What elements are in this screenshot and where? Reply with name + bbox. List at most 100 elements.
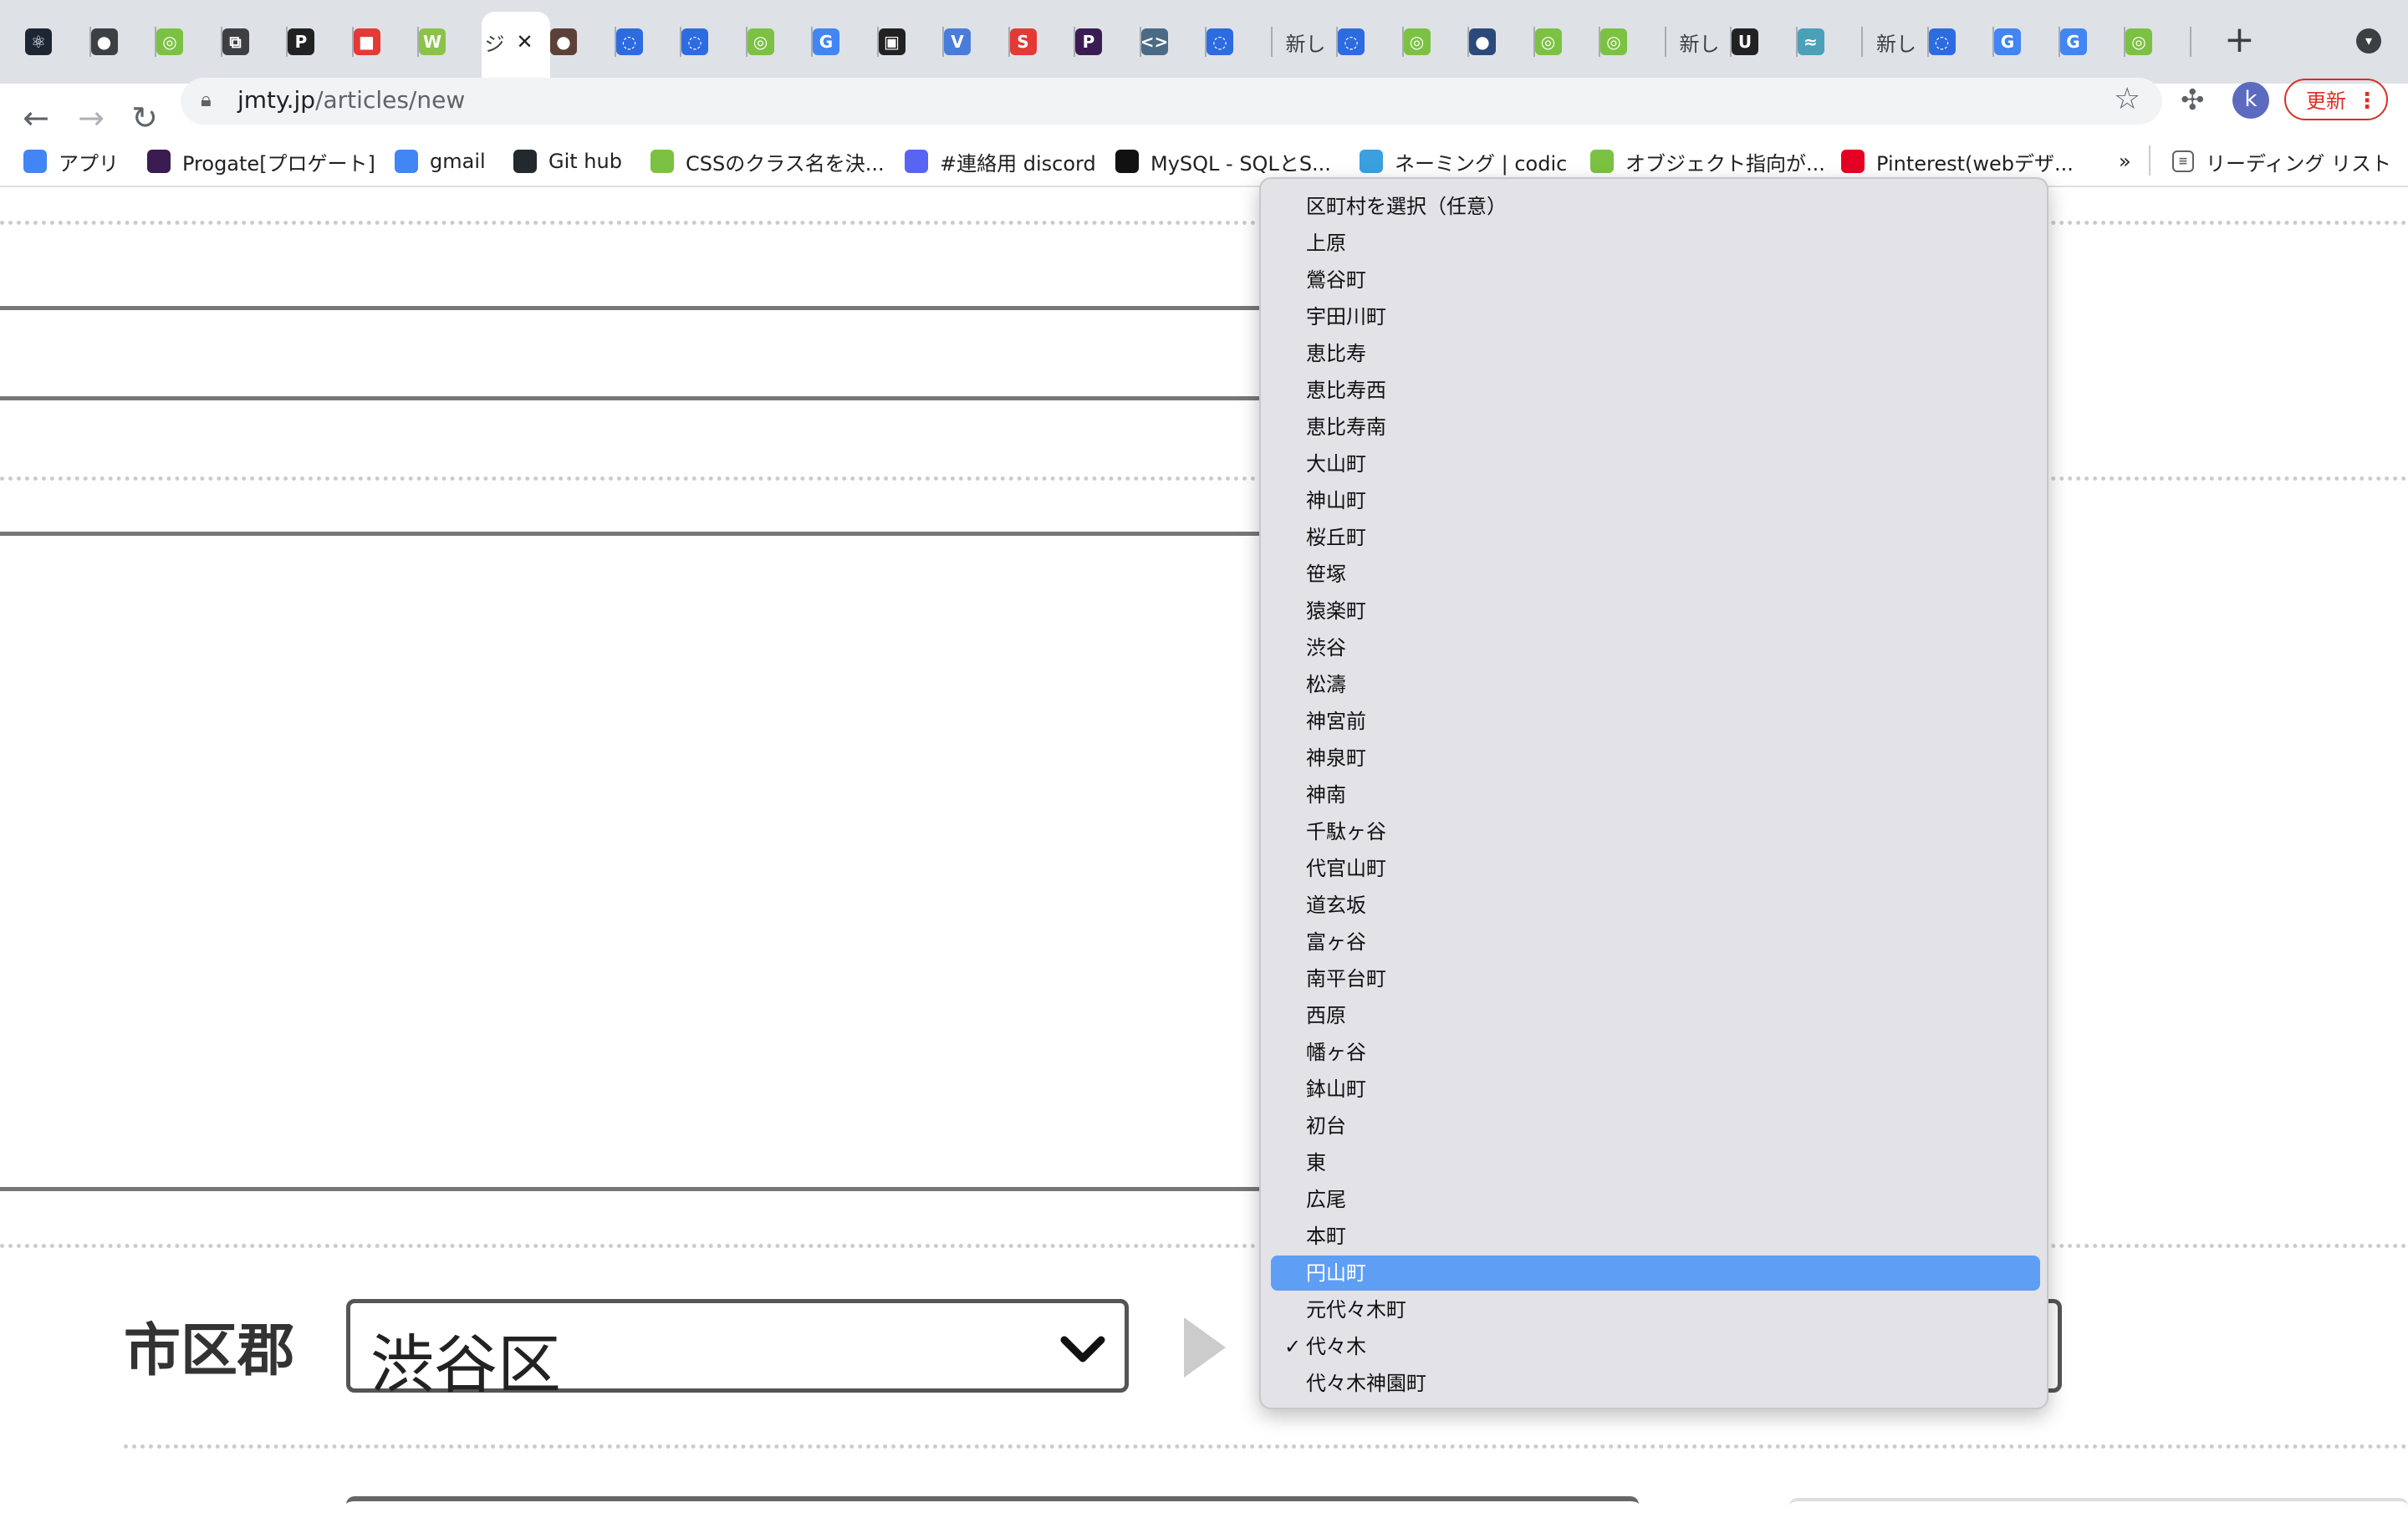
browser-tab[interactable]: P bbox=[288, 18, 354, 65]
bookmark-item[interactable]: Progate[プロゲート] bbox=[147, 147, 375, 176]
dropdown-option[interactable]: 代官山町 bbox=[1271, 851, 2040, 886]
browser-tab[interactable]: W bbox=[419, 18, 485, 65]
browser-tab[interactable]: U bbox=[1732, 18, 1798, 65]
dropdown-option[interactable]: 富ヶ谷 bbox=[1271, 925, 2040, 960]
browser-tab[interactable]: 新し bbox=[1273, 18, 1338, 65]
bookmark-item[interactable]: Git hub bbox=[513, 147, 622, 176]
dropdown-option[interactable]: 猿楽町 bbox=[1271, 593, 2040, 629]
browser-tab[interactable]: ■ bbox=[353, 18, 419, 65]
forward-icon[interactable]: → bbox=[72, 99, 110, 137]
dropdown-option[interactable]: 恵比寿西 bbox=[1271, 373, 2040, 408]
ward-select[interactable]: 渋谷区 bbox=[346, 1299, 1129, 1402]
dropdown-option[interactable]: 道玄坂 bbox=[1271, 888, 2040, 923]
tab-search-icon[interactable]: ▾ bbox=[2356, 28, 2381, 53]
dropdown-option[interactable]: 桜丘町 bbox=[1271, 520, 2040, 555]
browser-tab[interactable]: ◌ bbox=[615, 18, 681, 65]
close-tab-icon[interactable]: ✕ bbox=[517, 30, 533, 53]
dropdown-option[interactable]: 初台 bbox=[1271, 1108, 2040, 1144]
town-dropdown-list[interactable]: 区町村を選択（任意） 上原 鶯谷町 宇田川町恵比寿恵比寿西 恵比寿南 大山町 神山町 桜丘町笹… bbox=[1259, 177, 2048, 1409]
browser-tab[interactable]: ◎ bbox=[747, 18, 813, 65]
dropdown-option[interactable]: 西原 bbox=[1271, 998, 2040, 1033]
new-tab-button[interactable]: + bbox=[2224, 22, 2255, 59]
url-text[interactable]: jmty.jp/articles/new bbox=[237, 86, 465, 114]
dropdown-option[interactable]: 恵比寿 bbox=[1271, 336, 2040, 371]
bookmark-label: ネーミング | codic bbox=[1395, 151, 1568, 176]
reload-icon[interactable]: ↻ bbox=[125, 99, 164, 137]
tab-strip: ⚛ ● ◎ ⧉ P ■ W ジ ✕ ● ◌ ◌ ◎ G ▣ V S P <> ◌ 新し ◌ ◎ ● ◎ ◎ 新し U ≈ 新し ◌ G G ◎ +… bbox=[0, 0, 2408, 84]
browser-tab[interactable]: S bbox=[1009, 18, 1075, 65]
bookmark-item[interactable]: アプリ bbox=[23, 147, 119, 176]
update-button[interactable]: 更新 ⋮ bbox=[2284, 79, 2388, 120]
browser-tab[interactable]: ◌ bbox=[1928, 18, 1994, 65]
lock-icon[interactable]: 🔒︎ bbox=[201, 88, 212, 111]
browser-tab[interactable]: ≈ bbox=[1797, 18, 1863, 65]
profile-avatar[interactable]: k bbox=[2232, 82, 2269, 119]
dropdown-option[interactable]: 広尾 bbox=[1271, 1182, 2040, 1217]
dropdown-option[interactable]: 本町 bbox=[1271, 1219, 2040, 1254]
browser-tab[interactable]: ● bbox=[550, 18, 616, 65]
browser-tab[interactable]: ▣ bbox=[878, 18, 944, 65]
bookmark-star-icon[interactable]: ☆ bbox=[2114, 82, 2140, 116]
browser-tab[interactable]: ● bbox=[1469, 18, 1535, 65]
dropdown-option[interactable]: 千駄ヶ谷 bbox=[1271, 814, 2040, 849]
dropdown-option[interactable]: 円山町 bbox=[1271, 1256, 2040, 1291]
dropdown-option[interactable]: 上原 bbox=[1271, 226, 2040, 261]
dropdown-option-label: 元代々木町 bbox=[1306, 1298, 1406, 1322]
dropdown-option[interactable]: 神山町 bbox=[1271, 483, 2040, 518]
dark-bear-icon: ● bbox=[550, 28, 577, 55]
browser-tab[interactable]: V bbox=[944, 18, 1010, 65]
browser-tab[interactable]: 新し bbox=[1666, 18, 1732, 65]
dropdown-option[interactable]: 区町村を選択（任意） bbox=[1271, 189, 2040, 224]
extensions-icon[interactable]: ✣ bbox=[2181, 84, 2205, 117]
dropdown-option[interactable]: 神南 bbox=[1271, 777, 2040, 812]
dropdown-option[interactable]: 大山町 bbox=[1271, 446, 2040, 481]
dropdown-option[interactable]: 鉢山町 bbox=[1271, 1072, 2040, 1107]
dropdown-option[interactable]: 笹塚 bbox=[1271, 557, 2040, 592]
browser-tab[interactable]: ⧉ bbox=[222, 18, 288, 65]
browser-tab[interactable]: <> bbox=[1140, 18, 1207, 65]
dropdown-option[interactable]: 幡ヶ谷 bbox=[1271, 1035, 2040, 1070]
browser-tab[interactable]: ◌ bbox=[681, 18, 747, 65]
bookmark-item[interactable]: #連絡用 discord bbox=[905, 147, 1096, 176]
dropdown-option[interactable]: 神泉町 bbox=[1271, 741, 2040, 776]
dropdown-option[interactable]: 南平台町 bbox=[1271, 961, 2040, 996]
browser-tab[interactable]: ◎ bbox=[1600, 18, 1666, 65]
dropdown-option[interactable]: 恵比寿南 bbox=[1271, 410, 2040, 445]
dropdown-option[interactable]: 東 bbox=[1271, 1145, 2040, 1180]
browser-tab[interactable]: G bbox=[813, 18, 879, 65]
bookmark-item[interactable]: Pinterest(webデザ... bbox=[1841, 147, 2074, 176]
browser-tab[interactable]: ◎ bbox=[2125, 18, 2191, 65]
dropdown-option[interactable]: 宇田川町 bbox=[1271, 299, 2040, 334]
browser-tab[interactable]: ◎ bbox=[1534, 18, 1600, 65]
dropdown-option[interactable]: 松濤 bbox=[1271, 667, 2040, 702]
bookmark-item[interactable]: オブジェクト指向が... bbox=[1590, 147, 1825, 176]
dropdown-option[interactable]: 渋谷 bbox=[1271, 630, 2040, 665]
bookmark-item[interactable]: gmail bbox=[395, 147, 486, 176]
bookmark-item[interactable]: ネーミング | codic bbox=[1360, 147, 1567, 176]
browser-tab[interactable]: 新し bbox=[1863, 18, 1929, 65]
dropdown-option[interactable]: 元代々木町 bbox=[1271, 1292, 2040, 1327]
bookmark-item[interactable]: CSSのクラス名を決... bbox=[650, 147, 885, 176]
browser-tab[interactable]: ◎ bbox=[1403, 18, 1469, 65]
browser-tab[interactable]: ◎ bbox=[156, 18, 222, 65]
browser-tab[interactable]: G bbox=[1994, 18, 2060, 65]
browser-tab[interactable]: G bbox=[2059, 18, 2125, 65]
pinterest-icon bbox=[1841, 150, 1865, 173]
browser-tab[interactable]: ジ ✕ bbox=[485, 18, 551, 65]
browser-tab[interactable]: ● bbox=[90, 18, 156, 65]
dropdown-option[interactable]: 代々木神園町 bbox=[1271, 1366, 2040, 1401]
browser-tab[interactable]: ◌ bbox=[1207, 18, 1273, 65]
dropdown-option[interactable]: ✓ 代々木 bbox=[1271, 1329, 2040, 1364]
dropdown-option[interactable]: 鶯谷町 bbox=[1271, 262, 2040, 298]
bookmarks-bar: アプリ Progate[プロゲート] gmail Git hub CSSのクラス名を決.… bbox=[0, 135, 2408, 187]
address-bar[interactable] bbox=[181, 78, 2162, 125]
browser-tab[interactable]: ⚛ bbox=[25, 18, 91, 65]
dropdown-option[interactable]: 神宮前 bbox=[1271, 704, 2040, 739]
bookmarks-overflow-button[interactable]: » bbox=[2119, 147, 2131, 176]
browser-tab[interactable]: ◌ bbox=[1338, 18, 1404, 65]
reading-list-button[interactable]: ≡ リーディング リスト bbox=[2172, 147, 2391, 176]
dropdown-option-label: 恵比寿 bbox=[1306, 342, 1366, 365]
browser-tab[interactable]: P bbox=[1075, 18, 1141, 65]
back-icon[interactable]: ← bbox=[17, 99, 55, 137]
bookmark-item[interactable]: MySQL - SQLとS... bbox=[1115, 147, 1331, 176]
